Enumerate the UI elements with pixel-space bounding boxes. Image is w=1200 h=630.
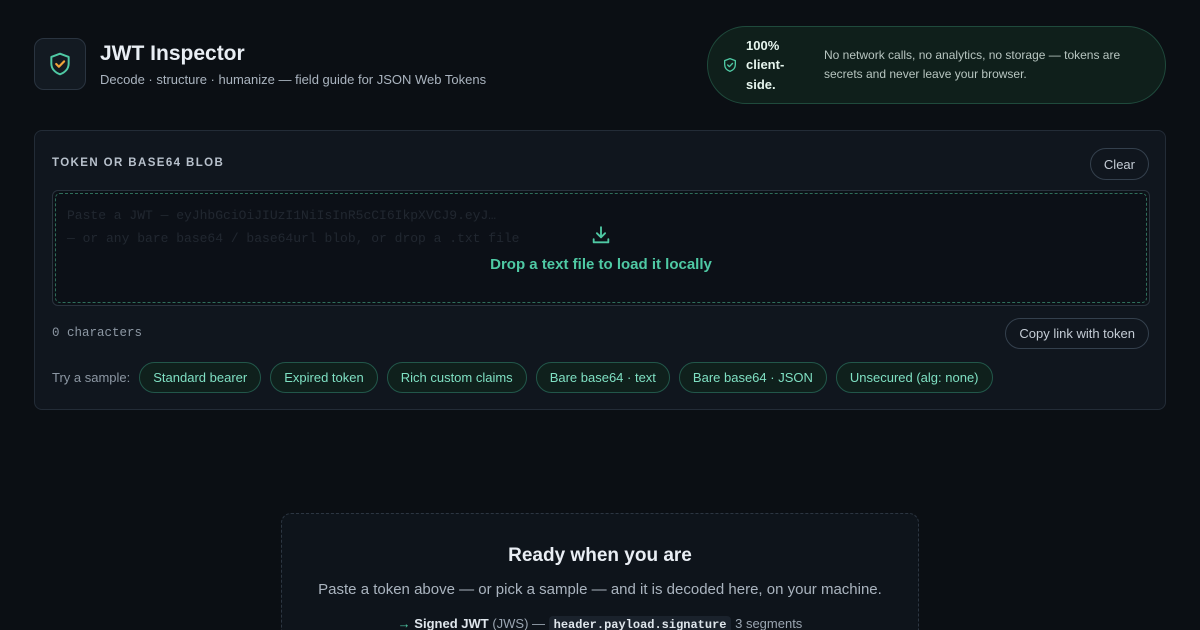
sample-unsecured-alg-none[interactable]: Unsecured (alg: none) bbox=[835, 362, 993, 393]
hint-type: (JWS) — bbox=[492, 616, 546, 630]
privacy-text: No network calls, no analytics, no stora… bbox=[824, 48, 1121, 81]
samples-label: Try a sample: bbox=[52, 370, 131, 385]
hint-code: header.payload.signature bbox=[548, 616, 732, 630]
empty-state: Ready when you are Paste a token above —… bbox=[281, 513, 919, 630]
char-count: 0 characters bbox=[52, 326, 143, 340]
sample-bare-base64-json[interactable]: Bare base64 · JSON bbox=[678, 362, 827, 393]
clear-button[interactable]: Clear bbox=[1089, 148, 1149, 180]
empty-text: Paste a token above — or pick a sample —… bbox=[318, 581, 882, 598]
title-block: JWT Inspector Decode · structure · human… bbox=[100, 41, 486, 87]
app-subtitle: Decode · structure · humanize — field gu… bbox=[100, 72, 487, 88]
hint-suffix: 3 segments bbox=[735, 616, 803, 630]
panel-label: TOKEN OR BASE64 BLOB bbox=[52, 157, 225, 169]
samples-row: Try a sample: Standard bearer Expired to… bbox=[52, 362, 1002, 393]
empty-title: Ready when you are bbox=[508, 545, 692, 566]
token-input[interactable] bbox=[53, 191, 1149, 305]
hint-strong: Signed JWT bbox=[414, 616, 489, 630]
privacy-strong: 100% client-side. bbox=[746, 37, 785, 92]
sample-rich-custom-claims[interactable]: Rich custom claims bbox=[386, 362, 527, 393]
sample-standard-bearer[interactable]: Standard bearer bbox=[139, 362, 262, 393]
privacy-badge: 100% client-side. No network calls, no a… bbox=[707, 26, 1166, 104]
shield-check-icon bbox=[50, 52, 70, 76]
sample-bare-base64-text[interactable]: Bare base64 · text bbox=[535, 362, 670, 393]
app-header: JWT Inspector Decode · structure · human… bbox=[34, 38, 486, 90]
token-panel: TOKEN OR BASE64 BLOB Clear Drop a text f… bbox=[34, 130, 1166, 410]
arrow-icon: → bbox=[397, 616, 411, 630]
sample-expired-token[interactable]: Expired token bbox=[270, 362, 378, 393]
token-input-wrap: Drop a text file to load it locally bbox=[52, 190, 1150, 306]
empty-hint: → Signed JWT (JWS) — header.payload.sign… bbox=[282, 616, 918, 630]
copy-link-button[interactable]: Copy link with token bbox=[1005, 318, 1149, 349]
app-title: JWT Inspector bbox=[100, 41, 245, 65]
shield-icon bbox=[724, 58, 736, 72]
app-logo bbox=[34, 38, 86, 90]
